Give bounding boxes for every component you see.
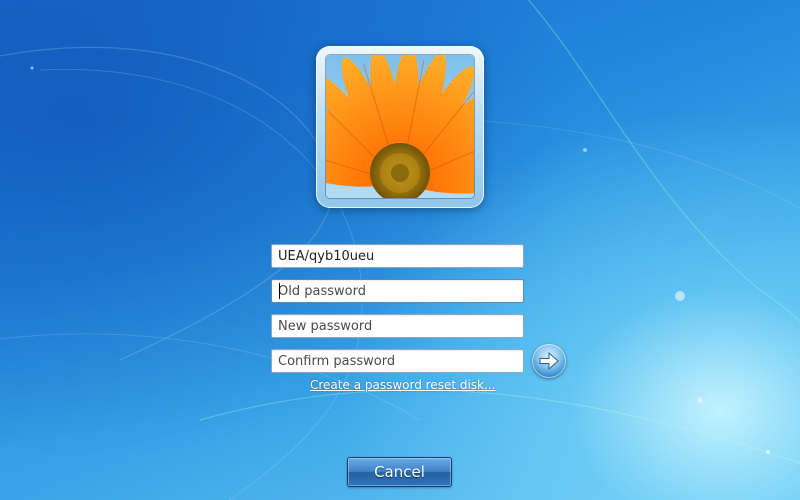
user-picture [326,55,474,198]
wallpaper-swoosh [199,389,800,464]
wallpaper-sparkle [697,397,703,403]
confirm-password-field[interactable] [271,349,524,373]
wallpaper-swoosh [469,119,800,210]
old-password-field[interactable] [271,279,524,303]
submit-button[interactable] [532,344,566,378]
cancel-button[interactable]: Cancel [347,457,452,487]
wallpaper-sparkle [675,291,685,301]
user-picture-frame [316,46,484,208]
wallpaper-sparkle [766,450,770,454]
wallpaper-sparkle [30,66,34,70]
arrow-right-icon [539,351,559,371]
new-password-field[interactable] [271,314,524,338]
wallpaper-sparkle [583,148,587,152]
text-cursor [279,283,280,299]
orange-flower-icon [326,55,474,198]
wallpaper-swoosh [527,0,800,324]
create-reset-disk-link[interactable]: Create a password reset disk... [310,378,495,392]
username-field [271,244,524,268]
